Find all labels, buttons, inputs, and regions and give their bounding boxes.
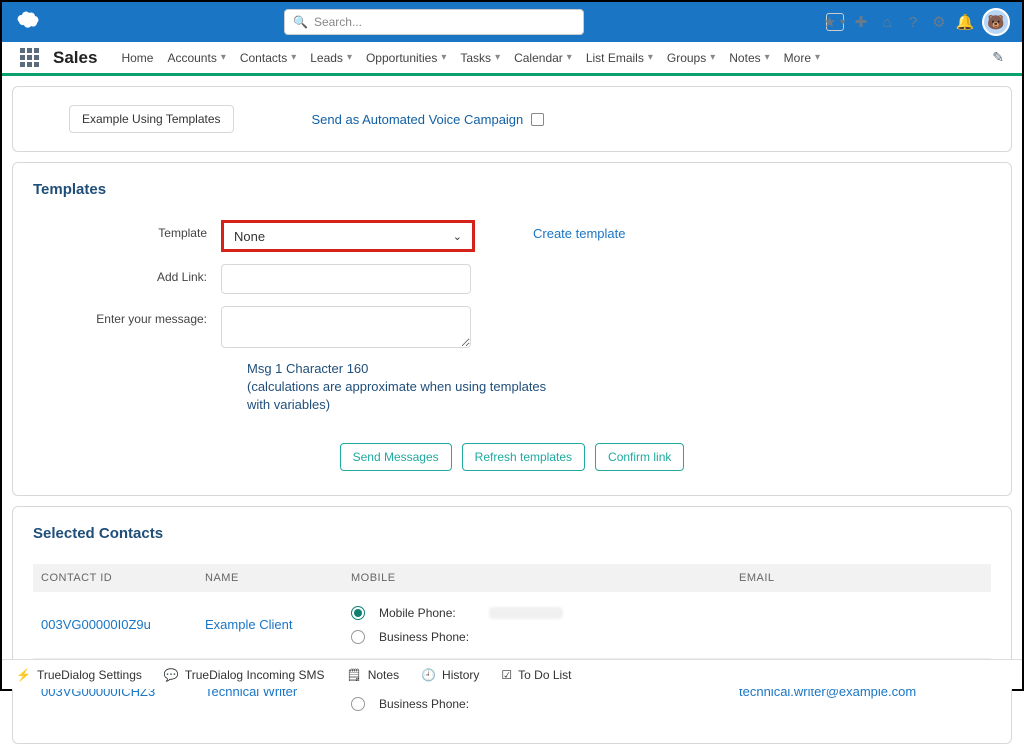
chevron-down-icon: ▾ xyxy=(710,52,715,63)
utility-bar: ⚡TrueDialog Settings 💬TrueDialog Incomin… xyxy=(2,659,1022,689)
chevron-down-icon: ▾ xyxy=(441,52,446,63)
notes-icon: 🗒 xyxy=(346,668,361,682)
col-name: NAME xyxy=(205,572,351,584)
favorites-dropdown[interactable]: ★▼ xyxy=(826,13,844,31)
col-email: EMAIL xyxy=(739,572,991,584)
help-icon[interactable]: ? xyxy=(904,13,922,31)
template-select[interactable]: None ⌄ xyxy=(221,220,475,252)
nav-more[interactable]: More▾ xyxy=(784,51,820,65)
phone-business-row: Business Phone: xyxy=(351,630,739,644)
addlink-label: Add Link: xyxy=(33,264,221,284)
search-placeholder: Search... xyxy=(314,15,362,29)
automated-campaign-toggle: Send as Automated Voice Campaign xyxy=(312,112,545,127)
phone-mobile-radio[interactable] xyxy=(351,606,365,620)
template-row: Template None ⌄ Create template xyxy=(33,220,991,252)
chevron-down-icon: ▾ xyxy=(221,52,226,63)
template-select-value: None xyxy=(234,229,265,244)
nav-opportunities[interactable]: Opportunities▾ xyxy=(366,51,446,65)
nav-contacts[interactable]: Contacts▾ xyxy=(240,51,296,65)
automated-campaign-checkbox[interactable] xyxy=(531,113,544,126)
app-name: Sales xyxy=(53,48,97,68)
send-messages-button[interactable]: Send Messages xyxy=(340,443,452,471)
table-row: 003VG00000I0Z9u Example Client Mobile Ph… xyxy=(33,592,991,659)
templates-panel: Templates Template None ⌄ Create templat… xyxy=(12,162,1012,496)
refresh-templates-button[interactable]: Refresh templates xyxy=(462,443,585,471)
phone-business-label: Business Phone: xyxy=(379,630,475,644)
phone-mobile-row: Mobile Phone: xyxy=(351,606,739,620)
footer-history[interactable]: 🕘History xyxy=(421,668,479,682)
footer-incoming[interactable]: 💬TrueDialog Incoming SMS xyxy=(164,668,325,682)
edit-nav-icon[interactable]: ✎ xyxy=(992,49,1004,66)
contacts-title: Selected Contacts xyxy=(33,525,991,542)
campaign-panel: Example Using Templates Send as Automate… xyxy=(12,86,1012,152)
chevron-down-icon: ▾ xyxy=(648,52,653,63)
add-icon[interactable]: ✚ xyxy=(852,13,870,31)
templates-title: Templates xyxy=(33,181,991,198)
gear-icon[interactable]: ⚙ xyxy=(930,13,948,31)
search-wrap: 🔍 Search... xyxy=(42,9,826,35)
main-content: Example Using Templates Send as Automate… xyxy=(2,76,1022,744)
chevron-down-icon: ▾ xyxy=(347,52,352,63)
create-template-link[interactable]: Create template xyxy=(533,220,626,241)
footer-todo[interactable]: ☑To Do List xyxy=(501,668,571,682)
contacts-header: CONTACT ID NAME MOBILE EMAIL xyxy=(33,564,991,592)
bolt-icon: ⚡ xyxy=(16,668,31,682)
chevron-down-icon: ▾ xyxy=(495,52,500,63)
nav-groups[interactable]: Groups▾ xyxy=(667,51,715,65)
add-link-input[interactable] xyxy=(221,264,471,294)
chevron-down-icon: ▾ xyxy=(765,52,770,63)
nav-accounts[interactable]: Accounts▾ xyxy=(167,51,225,65)
global-header: 🔍 Search... ★▼ ✚ ⌂ ? ⚙ 🔔 🐻 xyxy=(2,2,1022,42)
nav-calendar[interactable]: Calendar▾ xyxy=(514,51,572,65)
history-icon: 🕘 xyxy=(421,668,436,682)
confirm-link-button[interactable]: Confirm link xyxy=(595,443,684,471)
selected-contacts-panel: Selected Contacts CONTACT ID NAME MOBILE… xyxy=(12,506,1012,744)
header-actions: ★▼ ✚ ⌂ ? ⚙ 🔔 🐻 xyxy=(826,8,1010,36)
action-buttons: Send Messages Refresh templates Confirm … xyxy=(33,443,991,471)
footer-settings[interactable]: ⚡TrueDialog Settings xyxy=(16,668,142,682)
phone-business-label: Business Phone: xyxy=(379,697,475,711)
salesforce-logo xyxy=(14,8,42,36)
col-mobile: MOBILE xyxy=(351,572,739,584)
message-textarea[interactable] xyxy=(221,306,471,348)
app-nav: Sales Home Accounts▾ Contacts▾ Leads▾ Op… xyxy=(2,42,1022,76)
chevron-down-icon: ⌄ xyxy=(453,230,462,243)
global-search-input[interactable]: 🔍 Search... xyxy=(284,9,584,35)
message-info: Msg 1 Character 160 (calculations are ap… xyxy=(247,360,547,415)
msg-note: (calculations are approximate when using… xyxy=(247,378,547,414)
phone-mobile-label: Mobile Phone: xyxy=(379,606,475,620)
addlink-row: Add Link: xyxy=(33,264,991,294)
nav-tasks[interactable]: Tasks▾ xyxy=(460,51,500,65)
message-row: Enter your message: xyxy=(33,306,991,348)
nav-home[interactable]: Home xyxy=(121,51,153,65)
chevron-down-icon: ▾ xyxy=(815,52,820,63)
automated-campaign-label: Send as Automated Voice Campaign xyxy=(312,112,524,127)
phone-value-redacted xyxy=(489,607,563,619)
setup-home-icon[interactable]: ⌂ xyxy=(878,13,896,31)
checklist-icon: ☑ xyxy=(501,668,512,682)
phone-business-radio[interactable] xyxy=(351,697,365,711)
chevron-down-icon: ▾ xyxy=(291,52,296,63)
msg-count: Msg 1 Character 160 xyxy=(247,360,547,378)
notification-icon[interactable]: 🔔 xyxy=(956,13,974,31)
nav-listemails[interactable]: List Emails▾ xyxy=(586,51,653,65)
message-label: Enter your message: xyxy=(33,306,221,326)
contact-id-link[interactable]: 003VG00000I0Z9u xyxy=(33,617,205,632)
search-icon: 🔍 xyxy=(293,15,308,29)
nav-notes[interactable]: Notes▾ xyxy=(729,51,769,65)
user-avatar[interactable]: 🐻 xyxy=(982,8,1010,36)
phone-cell: Mobile Phone: Business Phone: xyxy=(351,606,739,644)
nav-leads[interactable]: Leads▾ xyxy=(310,51,352,65)
sms-icon: 💬 xyxy=(164,668,179,682)
contact-name-link[interactable]: Example Client xyxy=(205,617,351,632)
template-label: Template xyxy=(33,220,221,240)
example-templates-button[interactable]: Example Using Templates xyxy=(69,105,234,133)
col-contact-id: CONTACT ID xyxy=(33,572,205,584)
phone-business-radio[interactable] xyxy=(351,630,365,644)
app-launcher-icon[interactable] xyxy=(20,48,39,67)
footer-notes[interactable]: 🗒Notes xyxy=(346,668,399,682)
chevron-down-icon: ▾ xyxy=(567,52,572,63)
phone-business-row: Business Phone: xyxy=(351,697,739,711)
